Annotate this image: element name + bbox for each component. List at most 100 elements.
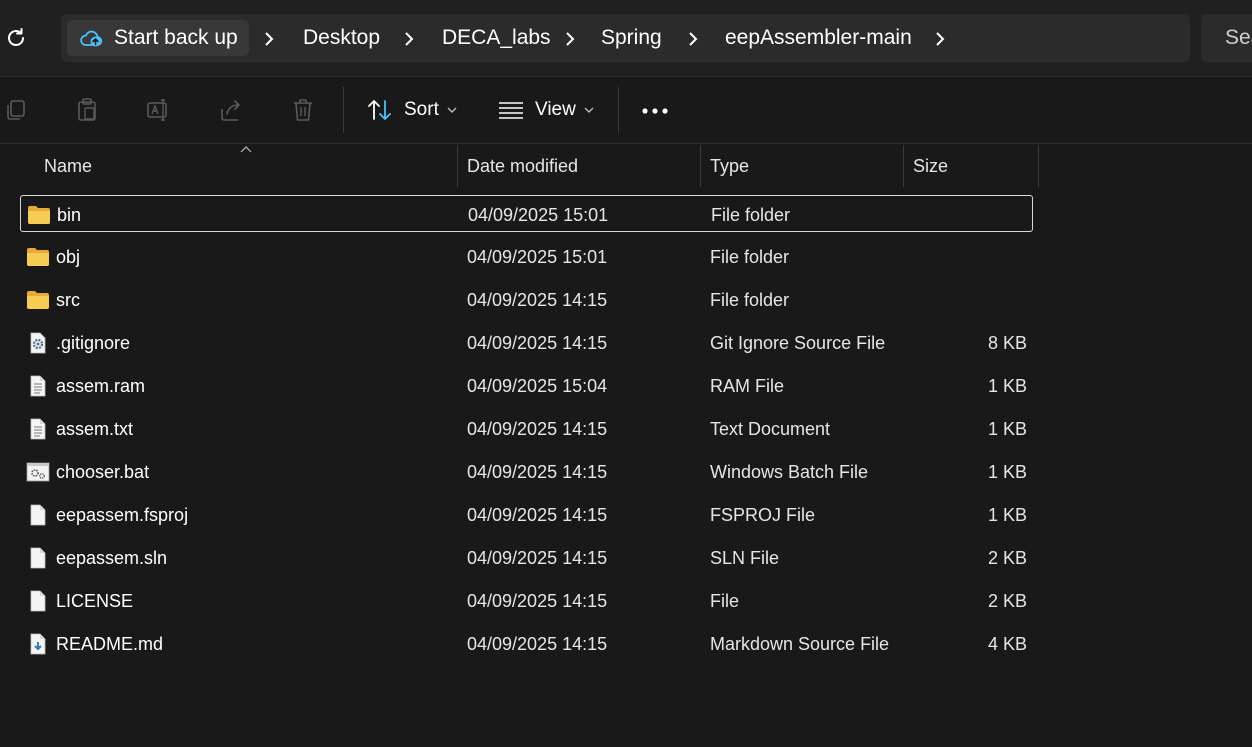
- file-type: Windows Batch File: [710, 462, 869, 482]
- refresh-icon[interactable]: [4, 26, 28, 50]
- copy-icon[interactable]: [3, 97, 29, 123]
- column-header-date[interactable]: Date modified: [467, 156, 578, 177]
- file-row[interactable]: .gitignore 04/09/2025 14:15 Git Ignore Sou…: [20, 324, 1033, 361]
- markdown-file-icon: [26, 633, 50, 655]
- column-header-size[interactable]: Size: [913, 156, 948, 177]
- file-date-modified: 04/09/2025 14:15: [467, 591, 608, 611]
- file-name: obj: [56, 247, 81, 267]
- file-size: 1 KB: [987, 376, 1027, 396]
- column-header-type[interactable]: Type: [710, 156, 749, 177]
- file-row[interactable]: obj 04/09/2025 15:01 File folder: [20, 238, 1033, 275]
- text-file-icon: [26, 418, 50, 440]
- file-row[interactable]: eepassem.fsproj 04/09/2025 14:15 FSPROJ Fi…: [20, 496, 1033, 533]
- separator: [618, 87, 619, 133]
- file-size: 4 KB: [987, 634, 1027, 654]
- blank-file-icon: [26, 590, 50, 612]
- chevron-right-icon[interactable]: [934, 31, 946, 47]
- view-button[interactable]: View: [497, 91, 594, 129]
- file-size: 2 KB: [987, 591, 1027, 611]
- sort-ascending-icon: [240, 146, 252, 153]
- file-date-modified: 04/09/2025 15:01: [467, 247, 608, 267]
- column-divider[interactable]: [457, 145, 458, 187]
- blank-file-icon: [26, 504, 50, 526]
- rename-icon[interactable]: [146, 97, 172, 123]
- file-name: .gitignore: [56, 333, 131, 353]
- file-name: assem.txt: [56, 419, 134, 439]
- chevron-right-icon[interactable]: [403, 31, 415, 47]
- file-type: File folder: [711, 205, 791, 225]
- file-size: 1 KB: [987, 462, 1027, 482]
- breadcrumb-home-label: Start back up: [114, 26, 238, 49]
- file-row[interactable]: LICENSE 04/09/2025 14:15 File 2 KB: [20, 582, 1033, 619]
- chevron-down-icon: [447, 107, 457, 113]
- view-label: View: [535, 99, 576, 120]
- chevron-right-icon[interactable]: [263, 31, 275, 47]
- view-icon: [499, 102, 523, 119]
- file-name: eepassem.sln: [56, 548, 168, 568]
- file-date-modified: 04/09/2025 14:15: [467, 419, 608, 439]
- file-date-modified: 04/09/2025 14:15: [467, 333, 608, 353]
- file-date-modified: 04/09/2025 14:15: [467, 462, 608, 482]
- separator: [343, 87, 344, 133]
- file-type: SLN File: [710, 548, 780, 568]
- chevron-right-icon[interactable]: [687, 31, 699, 47]
- breadcrumb-item[interactable]: Desktop: [303, 26, 380, 50]
- file-size: 1 KB: [987, 505, 1027, 525]
- file-date-modified: 04/09/2025 14:15: [467, 548, 608, 568]
- file-type: Git Ignore Source File: [710, 333, 886, 353]
- file-row[interactable]: bin 04/09/2025 15:01 File folder: [20, 195, 1033, 232]
- breadcrumb[interactable]: Start back up Desktop DECA_labs Spring e…: [61, 14, 1190, 62]
- file-date-modified: 04/09/2025 14:15: [467, 634, 608, 654]
- sort-button[interactable]: Sort: [366, 91, 457, 129]
- column-divider[interactable]: [700, 145, 701, 187]
- cloud-backup-icon: [80, 30, 103, 47]
- search-box[interactable]: Sea: [1201, 14, 1252, 62]
- sort-label: Sort: [404, 99, 439, 120]
- file-type: FSPROJ File: [710, 505, 816, 525]
- file-name: README.md: [56, 634, 164, 654]
- column-header-name[interactable]: Name: [44, 156, 92, 177]
- file-row[interactable]: chooser.bat 04/09/2025 14:15 Windows Batch…: [20, 453, 1033, 490]
- file-row[interactable]: src 04/09/2025 14:15 File folder: [20, 281, 1033, 318]
- more-options-icon[interactable]: [641, 107, 669, 115]
- address-bar-region: Start back up Desktop DECA_labs Spring e…: [0, 0, 1252, 77]
- folder-icon: [26, 246, 50, 268]
- file-row[interactable]: README.md 04/09/2025 14:15 Markdown Source…: [20, 625, 1033, 662]
- batch-file-icon: [26, 461, 50, 483]
- file-name: assem.ram: [56, 376, 146, 396]
- breadcrumb-item[interactable]: DECA_labs: [442, 26, 551, 50]
- chevron-right-icon[interactable]: [564, 31, 576, 47]
- file-name: chooser.bat: [56, 462, 150, 482]
- breadcrumb-item[interactable]: eepAssembler-main: [725, 26, 912, 50]
- file-date-modified: 04/09/2025 14:15: [467, 290, 608, 310]
- search-placeholder: Sea: [1225, 26, 1252, 49]
- file-row[interactable]: assem.txt 04/09/2025 14:15 Text Document 1 …: [20, 410, 1033, 447]
- file-row[interactable]: assem.ram 04/09/2025 15:04 RAM File 1 KB: [20, 367, 1033, 404]
- blank-file-icon: [26, 547, 50, 569]
- column-divider[interactable]: [1038, 145, 1039, 187]
- share-icon[interactable]: [218, 97, 244, 123]
- sort-icon: [368, 100, 391, 120]
- paste-icon[interactable]: [74, 97, 100, 123]
- chevron-down-icon: [584, 107, 594, 113]
- file-type: File folder: [710, 247, 790, 267]
- delete-icon[interactable]: [290, 97, 316, 123]
- file-type: RAM File: [710, 376, 785, 396]
- file-size: 8 KB: [987, 333, 1027, 353]
- file-size: 1 KB: [987, 419, 1027, 439]
- file-name: LICENSE: [56, 591, 134, 611]
- settings-file-icon: [26, 332, 50, 354]
- column-header-row: Name Date modified Type Size: [0, 145, 1252, 187]
- file-row[interactable]: eepassem.sln 04/09/2025 14:15 SLN File 2 KB: [20, 539, 1033, 576]
- file-type: Markdown Source File: [710, 634, 890, 654]
- file-date-modified: 04/09/2025 15:01: [468, 205, 609, 225]
- file-name: eepassem.fsproj: [56, 505, 189, 525]
- breadcrumb-item[interactable]: Spring: [601, 26, 662, 50]
- file-date-modified: 04/09/2025 15:04: [467, 376, 608, 396]
- file-date-modified: 04/09/2025 14:15: [467, 505, 608, 525]
- file-name: src: [56, 290, 80, 310]
- file-name: bin: [57, 205, 82, 225]
- breadcrumb-home[interactable]: Start back up: [67, 20, 249, 56]
- file-size: 2 KB: [987, 548, 1027, 568]
- column-divider[interactable]: [903, 145, 904, 187]
